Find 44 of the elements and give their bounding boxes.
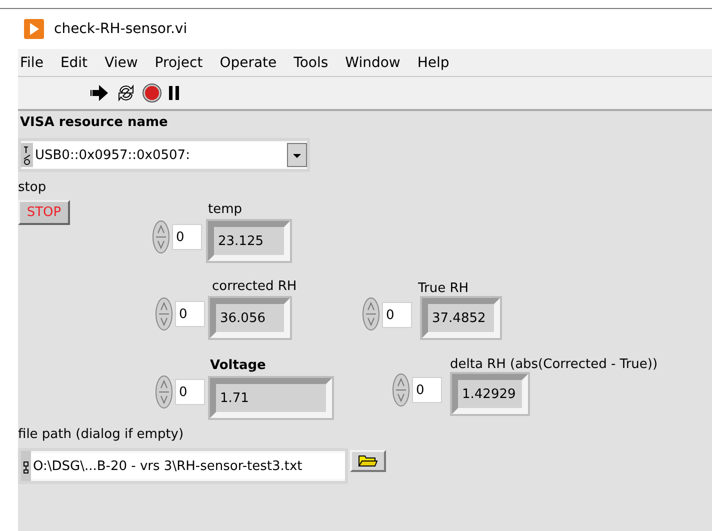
indicator-label: corrected RH [212, 279, 297, 294]
io-icon [21, 143, 33, 167]
increment-decrement-icon[interactable] [152, 220, 170, 254]
menu-item[interactable]: Project [146, 54, 212, 70]
pause-icon[interactable] [168, 85, 180, 101]
control-label: VISA resource name [20, 115, 168, 130]
numeric-indicator: 37.4852 [422, 298, 500, 338]
index-field[interactable]: 0 [382, 302, 412, 328]
indicator-label: delta RH (abs(Corrected - True)) [450, 357, 658, 372]
numeric-indicator: 1.42929 [452, 374, 528, 414]
abort-icon[interactable] [142, 83, 162, 103]
control-label: file path (dialog if empty) [18, 427, 184, 442]
menu-item[interactable]: Window [337, 54, 410, 70]
numeric-indicator: 36.056 [210, 298, 290, 338]
numeric-indicator: 23.125 [208, 221, 290, 261]
indicator-label: True RH [418, 281, 469, 296]
run-arrow-icon[interactable] [88, 84, 110, 102]
menu-item[interactable]: File [18, 54, 52, 70]
index-field[interactable]: 0 [175, 301, 205, 327]
numeric-indicator: 1.71 [210, 378, 332, 418]
index-field[interactable]: 0 [412, 377, 442, 403]
increment-decrement-icon[interactable] [155, 297, 173, 331]
menu-item[interactable]: Help [409, 54, 458, 70]
caret-icon[interactable] [287, 143, 307, 167]
app-logo-icon [24, 19, 44, 39]
index-field[interactable]: 0 [175, 379, 205, 405]
increment-decrement-icon[interactable] [362, 297, 380, 331]
menu-item[interactable]: Tools [286, 54, 338, 70]
browse-button[interactable] [350, 450, 386, 472]
control-label: stop [18, 180, 46, 195]
path-icon [21, 451, 31, 481]
menu-item[interactable]: Edit [52, 54, 97, 70]
resource-dropdown[interactable]: USB0::0x0957::0x0507: [18, 138, 310, 172]
menu-item[interactable]: View [96, 54, 147, 70]
window-title: check-RH-sensor.vi [54, 21, 188, 37]
path-field[interactable]: O:\DSG\...B-20 - vrs 3\RH-sensor-test3.txt [18, 448, 348, 484]
increment-decrement-icon[interactable] [155, 375, 173, 409]
indicator-label: temp [208, 202, 242, 217]
menu-item[interactable]: Operate [212, 54, 286, 70]
increment-decrement-icon[interactable] [392, 373, 410, 407]
indicator-label: Voltage [210, 358, 266, 373]
folder-icon [358, 455, 378, 467]
index-field[interactable]: 0 [172, 224, 202, 250]
run-continuously-icon[interactable] [116, 83, 136, 103]
